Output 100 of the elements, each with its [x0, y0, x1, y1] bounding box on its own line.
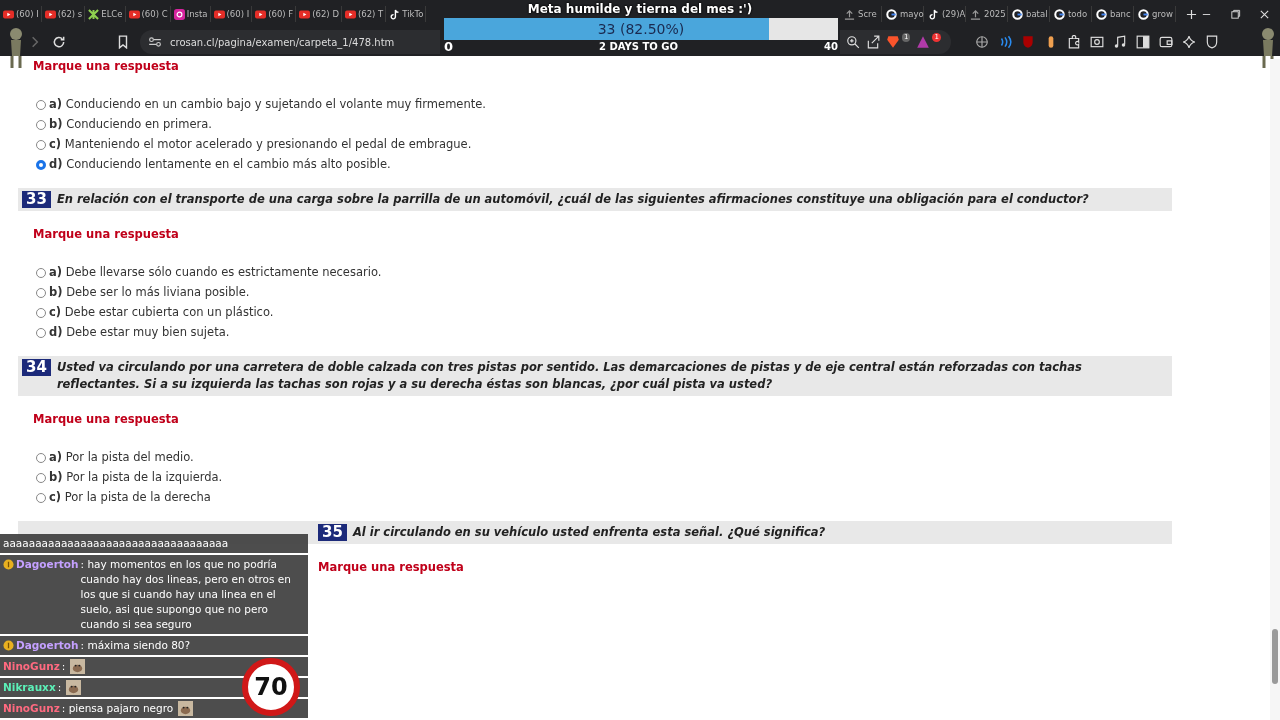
reload-icon[interactable] — [52, 35, 66, 49]
browser-tab[interactable]: (29)A — [924, 6, 966, 22]
question-number: 33 — [22, 191, 51, 208]
sidebar-icon[interactable] — [1135, 35, 1150, 49]
browser-tab[interactable]: ELCe — [85, 6, 126, 22]
question-text: Usted va circulando por una carretera de doble calzada con tres pistas por sentido. Las demarcaciones de pistas y de eje central están reforzadas con tachas reflectantes. Si a su izquierda las tachas son rojas y a su derecha éstas son blancas, ¿por cuál pista va usted? — [56, 359, 1083, 393]
close-icon[interactable] — [1259, 8, 1270, 20]
answer-option[interactable]: a) Por la pista del medio. — [49, 450, 194, 465]
tab-title: 2025 — [984, 9, 1006, 19]
tab-title: todo — [1068, 9, 1088, 19]
music-icon[interactable] — [1112, 35, 1127, 49]
browser-tab[interactable]: (60) I — [210, 6, 253, 22]
screenshot-icon[interactable] — [1089, 35, 1104, 49]
tab-title: (29)A — [942, 9, 966, 19]
tab-title: (60) F — [268, 9, 294, 19]
tab-title: banc — [1110, 9, 1131, 19]
answer-option[interactable]: a) Debe llevarse sólo cuando es estrictamente necesario. — [49, 265, 382, 280]
chat-username: NinoGunz — [3, 659, 60, 674]
answer-option[interactable]: a) Conduciendo en un cambio bajo y sujetando el volante muy firmemente. — [49, 97, 486, 112]
goal-remaining-label: 2 DAYS TO GO — [599, 40, 679, 54]
goal-title: Meta humilde y tierna del mes :') — [526, 1, 754, 18]
url-text: crosan.cl/pagina/examen/carpeta_1/478.htm — [170, 36, 395, 48]
chat-text: : máxima siendo 80? — [80, 638, 191, 653]
tab-title: (60) I — [16, 9, 39, 19]
browser-tab[interactable]: banc — [1092, 6, 1134, 22]
translate-icon[interactable] — [974, 35, 989, 49]
share-icon[interactable] — [866, 35, 880, 49]
answer-option[interactable]: b) Conduciendo en primera. — [49, 117, 212, 132]
tab-title: (62) s — [57, 9, 83, 19]
answer-option[interactable]: b) Por la pista de la izquierda. — [49, 470, 223, 485]
tab-title: grow — [1152, 9, 1173, 19]
answer-option[interactable]: c) Manteniendo el motor acelerado y presionando el pedal de embrague. — [49, 137, 472, 152]
chat-text: aaaaaaaaaaaaaaaaaaaaaaaaaaaaaaaaaaa — [3, 536, 229, 551]
sparkle-icon[interactable] — [1181, 35, 1196, 49]
puzzle-icon[interactable] — [1066, 35, 1081, 49]
browser-tab[interactable]: Scre — [840, 6, 882, 22]
browser-tab[interactable]: todo — [1050, 6, 1092, 22]
new-tab-icon[interactable] — [1186, 8, 1197, 20]
browser-tab[interactable]: 2025 — [966, 6, 1008, 22]
browser-tab[interactable]: mayo — [882, 6, 924, 22]
answer-option[interactable]: d) Debe estar muy bien sujeta. — [49, 325, 230, 340]
tab-title: Insta — [186, 9, 208, 19]
chat-text: : — [61, 659, 66, 674]
music-note-icon — [389, 8, 401, 20]
goal-min-label: 0 — [444, 40, 454, 54]
play-icon — [255, 8, 267, 20]
question-text: Al ir circulando en su vehículo usted enfrenta esta señal. ¿Qué significa? — [352, 524, 826, 541]
answer-prompt: Marque una respuesta — [33, 227, 180, 241]
chat-text: : hay momentos en los que no podría cuando hay dos lineas, pero en otros en los que si cuando hay una linea en el suelo, asi que supongo que no pero cuando si sea seguro — [80, 557, 292, 632]
triangle-icon[interactable] — [916, 35, 931, 49]
goal-progress-text: 33 (82.50%) — [596, 20, 686, 39]
goal-max-label: 40 — [824, 40, 838, 54]
browser-tab[interactable]: (62) s — [41, 6, 86, 22]
vpn-shield-icon[interactable] — [1204, 35, 1219, 49]
answer-prompt: Marque una respuesta — [33, 59, 180, 73]
browser-tab[interactable]: (60) F — [252, 6, 297, 22]
play-icon — [3, 8, 14, 20]
tab-title: batal — [1026, 9, 1048, 19]
tab-title: (60) C — [141, 9, 168, 19]
answer-option[interactable]: c) Debe estar cubierta con un plástico. — [49, 305, 274, 320]
answer-option[interactable]: c) Por la pista de la derecha — [49, 490, 211, 505]
tab-title: Scre — [858, 9, 877, 19]
creature-figure-icon — [8, 26, 24, 70]
play-icon — [213, 8, 225, 20]
answer-option[interactable]: d) Conduciendo lentamente en el cambio más alto posible. — [49, 157, 391, 172]
chat-username: Nikrauxx — [3, 680, 56, 695]
address-bar[interactable]: crosan.cl/pagina/examen/carpeta_1/478.htm — [140, 30, 440, 54]
play-icon — [344, 8, 356, 20]
upload-icon — [970, 8, 981, 20]
bookmark-icon[interactable] — [116, 35, 130, 49]
browser-tab[interactable]: (60) I — [0, 6, 42, 22]
chat-text: : — [57, 680, 62, 695]
answer-option[interactable]: b) Debe ser lo más liviana posible. — [49, 285, 250, 300]
wallet-icon[interactable] — [1158, 35, 1173, 49]
tab-title: mayo — [900, 9, 924, 19]
browser-tab[interactable]: TikTo — [386, 6, 427, 22]
tab-title: (62) T — [357, 9, 384, 19]
camera-icon — [173, 8, 185, 20]
browser-tab[interactable]: Insta — [170, 6, 211, 22]
restore-icon[interactable] — [1230, 8, 1241, 20]
chat-username: NinoGunz — [3, 701, 60, 716]
browser-tab[interactable]: (62) T — [341, 6, 387, 22]
play-icon — [299, 8, 311, 20]
browser-tab[interactable]: (62) D — [296, 6, 342, 22]
chat-username: Dagoertoh — [16, 557, 79, 572]
scrollbar-thumb[interactable] — [1272, 629, 1278, 684]
answer-prompt: Marque una respuesta — [318, 560, 465, 574]
answer-prompt: Marque una respuesta — [33, 412, 180, 426]
play-icon — [44, 8, 56, 20]
question-number: 35 — [318, 524, 347, 541]
tab-title: (62) D — [312, 9, 339, 19]
radio-button[interactable] — [36, 159, 46, 170]
zoom-icon[interactable] — [846, 35, 860, 49]
site-settings-icon[interactable] — [148, 35, 162, 49]
browser-tab[interactable]: (60) C — [125, 6, 171, 22]
browser-tab[interactable]: batal — [1008, 6, 1050, 22]
browser-tab[interactable]: grow — [1134, 6, 1176, 22]
upload-icon — [844, 8, 855, 20]
question-number: 34 — [22, 359, 51, 376]
tab-title: ELCe — [101, 9, 123, 19]
